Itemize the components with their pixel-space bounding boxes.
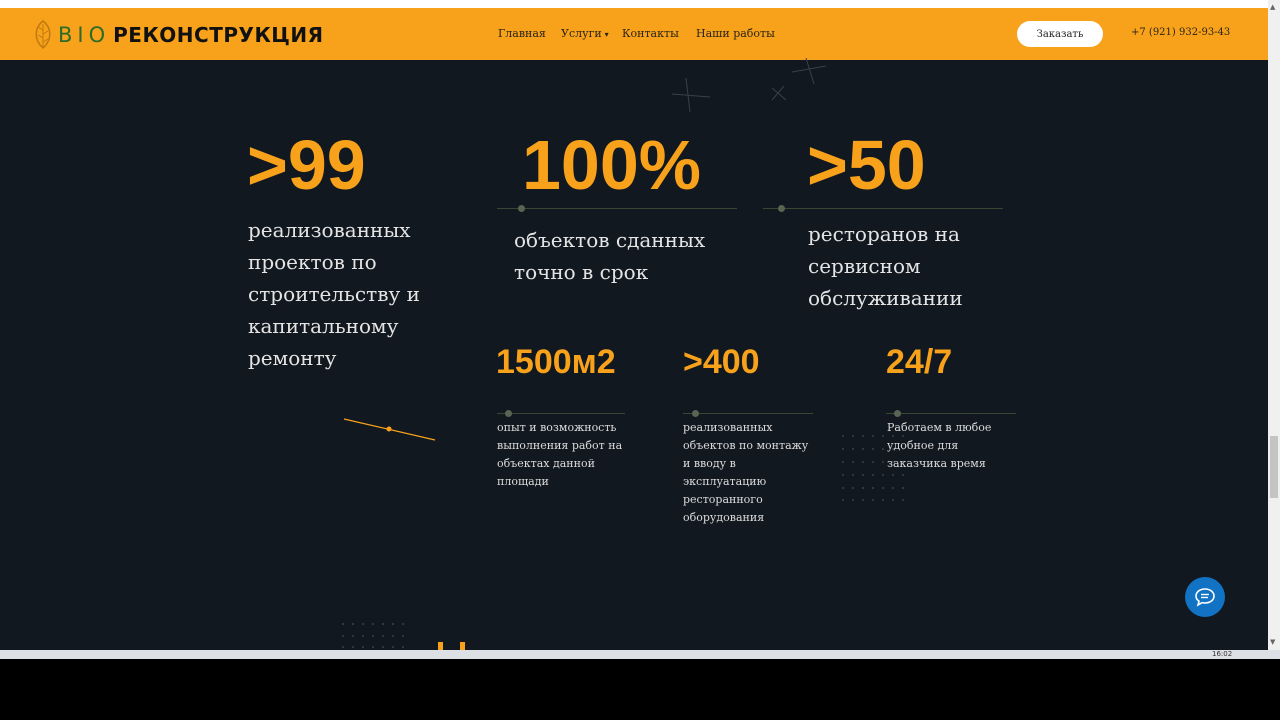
- scroll-down-icon[interactable]: ▼: [1270, 638, 1275, 646]
- os-taskbar: 16:02: [0, 650, 1280, 659]
- stat-area-value: 1500м2: [496, 343, 616, 381]
- divider-line: [497, 413, 625, 414]
- decorative-lines: [342, 57, 904, 650]
- divider-line: [497, 208, 737, 209]
- divider-dot: [778, 205, 785, 212]
- divider-line: [763, 208, 1003, 209]
- chat-bubble-icon: [1195, 588, 1215, 607]
- divider-dot: [894, 410, 901, 417]
- stat-projects-text: реализованных проектов по строительству …: [248, 218, 420, 370]
- scroll-up-icon[interactable]: ▲: [1270, 3, 1275, 11]
- stat-schedule-value: 24/7: [886, 343, 953, 381]
- stat-objects-value: >400: [683, 343, 760, 381]
- stat-ontime-text: объектов сданных точно в срок: [514, 228, 706, 284]
- page-scrollbar[interactable]: ▲ ▼: [1268, 0, 1280, 650]
- divider-line: [886, 413, 1016, 414]
- scroll-thumb[interactable]: [1270, 436, 1278, 498]
- divider-dot: [692, 410, 699, 417]
- divider-dot: [518, 205, 525, 212]
- divider-line: [683, 413, 813, 414]
- stat-ontime-value: 100%: [522, 126, 702, 204]
- stat-restaurants-value: >50: [807, 126, 926, 204]
- stat-objects-text: реализованных объектов по монтажу и ввод…: [683, 421, 809, 524]
- stat-area-text: опыт и возможность выполнения работ на о…: [497, 421, 623, 488]
- divider-dot: [505, 410, 512, 417]
- browser-viewport: ВІО РЕКОНСТРУКЦИЯ Главная Услуги ▾ Контак…: [0, 0, 1268, 650]
- stat-projects-value: >99: [247, 126, 366, 204]
- stat-schedule-text: Работаем в любое удобное для заказчика в…: [887, 421, 992, 470]
- taskbar-clock: 16:02: [1212, 650, 1233, 658]
- chat-button[interactable]: [1185, 577, 1225, 617]
- stat-restaurants-text: ресторанов на сервисном обслуживании: [808, 222, 963, 310]
